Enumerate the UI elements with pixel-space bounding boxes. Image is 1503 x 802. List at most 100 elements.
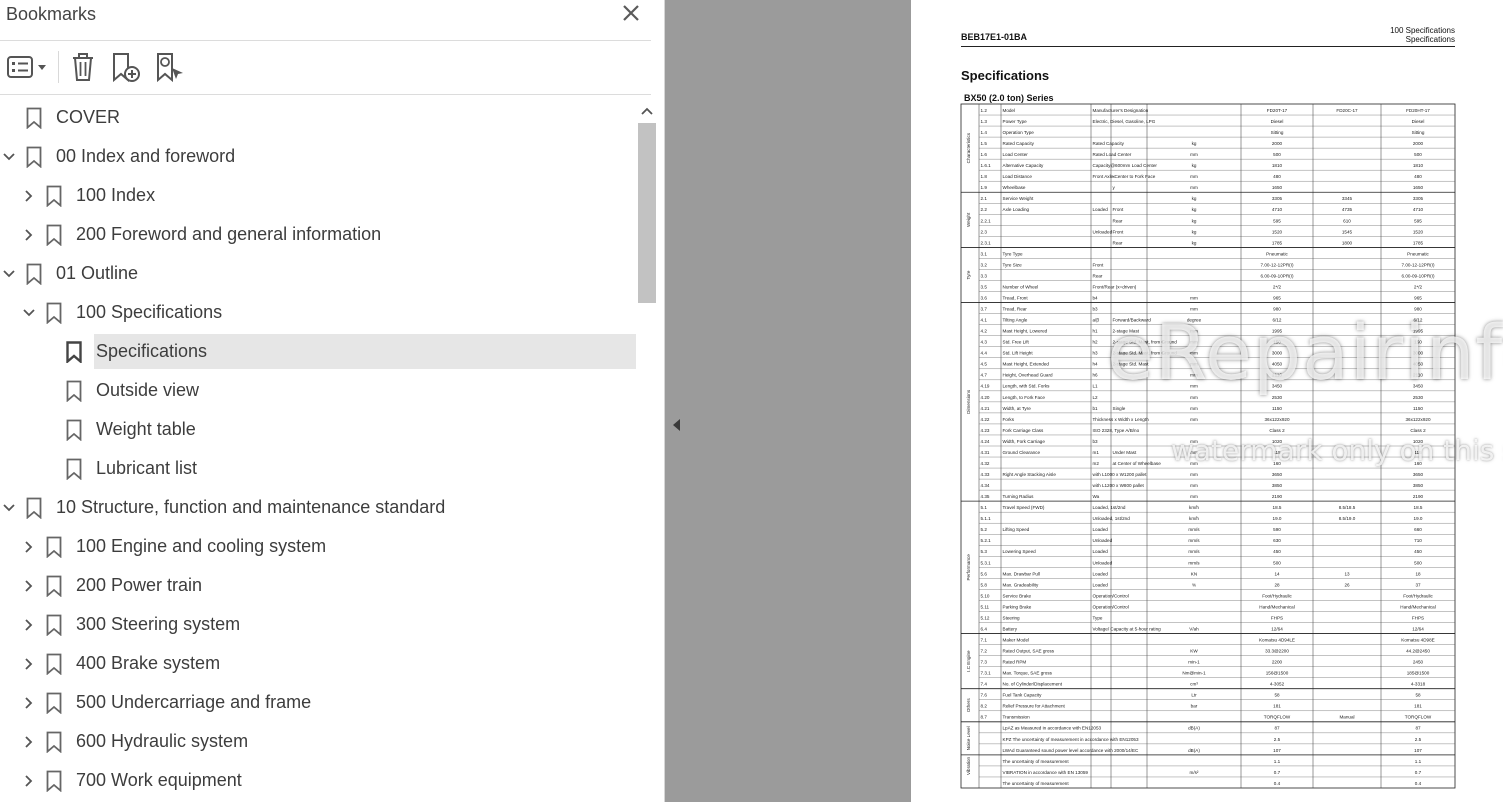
chevron-right-icon[interactable] xyxy=(22,696,36,710)
table-cell-text: 1.2 xyxy=(981,108,988,113)
bookmark-item[interactable]: 100 Specifications xyxy=(0,294,636,333)
table-cell-text: Wa xyxy=(1093,494,1100,499)
bookmark-item[interactable]: 400 Brake system xyxy=(0,645,636,684)
bookmark-item[interactable]: 10 Structure, function and maintenance s… xyxy=(0,489,636,528)
bookmark-item[interactable]: 200 Power train xyxy=(0,567,636,606)
bookmark-item[interactable]: 100 Index xyxy=(0,177,636,216)
table-cell-text: 4.22 xyxy=(981,417,990,422)
chevron-right-icon[interactable] xyxy=(22,735,36,749)
table-cell-text: mm/s xyxy=(1188,549,1200,554)
table-cell-text: kg xyxy=(1192,141,1197,146)
table-cell-text: 660 xyxy=(1414,527,1422,532)
chevron-down-icon[interactable] xyxy=(22,306,36,320)
table-cell-text: 18 xyxy=(1415,571,1421,576)
options-menu-icon[interactable] xyxy=(6,51,50,83)
table-cell-text: bar xyxy=(1191,704,1198,709)
table-cell-text: mm xyxy=(1190,152,1198,157)
scroll-thumb[interactable] xyxy=(638,123,656,303)
bookmark-label: Weight table xyxy=(96,419,196,439)
table-cell-text: h1 xyxy=(1093,329,1099,334)
table-cell-text: 4.33 xyxy=(981,472,990,477)
bookmark-item[interactable]: 200 Foreword and general information xyxy=(0,216,636,255)
table-cell-text: Width, at Tyre xyxy=(1003,406,1032,411)
chevron-down-icon[interactable] xyxy=(2,267,16,281)
bookmark-label: COVER xyxy=(56,107,121,127)
table-cell-text: 4.24 xyxy=(981,439,990,444)
bookmark-item[interactable]: Outside view xyxy=(0,372,636,411)
table-cell-text: 5.3 xyxy=(981,549,988,554)
chevron-right-icon[interactable] xyxy=(22,657,36,671)
bookmark-item[interactable]: 300 Steering system xyxy=(0,606,636,645)
table-cell-text: mm xyxy=(1190,472,1198,477)
table-cell-text: 1.3 xyxy=(981,119,988,124)
chevron-right-icon[interactable] xyxy=(22,774,36,788)
table-cell-text: mm xyxy=(1190,483,1198,488)
delete-bookmark-icon[interactable] xyxy=(68,51,98,83)
bookmark-item[interactable]: 100 Engine and cooling system xyxy=(0,528,636,567)
table-cell-text: 4.3 xyxy=(981,340,988,345)
table-cell-text: Turning Radius xyxy=(1003,494,1035,499)
chevron-right-icon[interactable] xyxy=(22,228,36,242)
table-cell-text: 2200 xyxy=(1272,660,1283,665)
bookmark-item[interactable]: 500 Undercarriage and frame xyxy=(0,684,636,723)
bookmark-item[interactable]: 600 Hydraulic system xyxy=(0,723,636,762)
table-cell-text: Komatsu 4D98E xyxy=(1401,637,1434,642)
chevron-down-icon[interactable] xyxy=(2,501,16,515)
scrollbar[interactable] xyxy=(637,99,657,802)
chevron-right-icon[interactable] xyxy=(22,618,36,632)
table-cell-text: Diesel xyxy=(1271,119,1284,124)
chevron-right-icon[interactable] xyxy=(22,579,36,593)
table-cell-text: ISO 2328, Type A/B/no xyxy=(1093,428,1140,433)
collapse-panel-icon[interactable] xyxy=(671,418,683,432)
group-label: Noise Level xyxy=(966,726,971,750)
table-cell-text: 595 xyxy=(1273,218,1281,223)
table-cell-text: 28 xyxy=(1274,582,1280,587)
bookmark-label: 700 Work equipment xyxy=(76,770,242,790)
table-cell-text: dB(A) xyxy=(1188,726,1200,731)
table-cell-text: Rear xyxy=(1113,240,1123,245)
watermark-caption: watermark only on this sample xyxy=(1171,434,1503,467)
bookmark-icon xyxy=(46,302,62,324)
table-cell-text: Steering xyxy=(1003,615,1021,620)
close-icon[interactable] xyxy=(620,2,642,24)
table-cell-text: L1 xyxy=(1093,384,1099,389)
chevron-right-icon[interactable] xyxy=(22,540,36,554)
table-cell-text: Battery xyxy=(1003,626,1018,631)
table-cell-text: 3.7 xyxy=(981,307,988,312)
bookmark-tree: COVER 00 Index and foreword 100 Index 200 F… xyxy=(0,99,636,802)
table-cell-text: mm/s xyxy=(1188,560,1200,565)
bookmark-item[interactable]: Weight table xyxy=(0,411,636,450)
chevron-right-icon[interactable] xyxy=(22,189,36,203)
table-cell-text: Unloaded, 1st/2nd xyxy=(1093,516,1131,521)
bookmark-item[interactable]: Specifications xyxy=(0,333,636,372)
table-cell-text: Relief Pressure for Attachment xyxy=(1003,704,1066,709)
chevron-down-icon[interactable] xyxy=(2,150,16,164)
table-cell-text: 12/64 xyxy=(1412,626,1424,631)
table-cell-text: 1150 xyxy=(1272,406,1282,411)
new-bookmark-icon[interactable] xyxy=(110,51,142,83)
table-cell-text: Load Center xyxy=(1003,152,1029,157)
table-cell-text: kg xyxy=(1192,229,1197,234)
table-cell-text: 0.7 xyxy=(1415,770,1422,775)
table-cell-text: Foot/Hydraulic xyxy=(1403,593,1433,598)
table-cell-text: Pneumatic xyxy=(1266,251,1288,256)
table-cell-text: 3.2 xyxy=(981,262,988,267)
group-label: Others xyxy=(966,698,971,712)
bookmark-item[interactable]: 01 Outline xyxy=(0,255,636,294)
find-bookmark-icon[interactable] xyxy=(154,51,186,83)
table-cell-text: kg xyxy=(1192,218,1197,223)
bookmark-item[interactable]: Lubricant list xyxy=(0,450,636,489)
bookmark-label: 100 Specifications xyxy=(76,302,223,322)
bookmark-item[interactable]: 00 Index and foreword xyxy=(0,138,636,177)
table-cell-text: Rear xyxy=(1113,218,1123,223)
bookmark-label: 10 Structure, function and maintenance s… xyxy=(56,497,446,517)
table-cell-text: 1150 xyxy=(1413,406,1423,411)
bookmark-item[interactable]: 700 Work equipment xyxy=(0,762,636,801)
table-cell-text: 4.2 xyxy=(981,329,988,334)
scroll-up-arrow-icon[interactable] xyxy=(637,103,657,119)
table-cell-text: 4.5 xyxy=(981,362,988,367)
group-label: Dimensions xyxy=(966,389,971,414)
bookmark-item[interactable]: COVER xyxy=(0,99,636,138)
table-cell-text: m/s² xyxy=(1190,770,1199,775)
group-label: Tyre xyxy=(966,270,971,279)
